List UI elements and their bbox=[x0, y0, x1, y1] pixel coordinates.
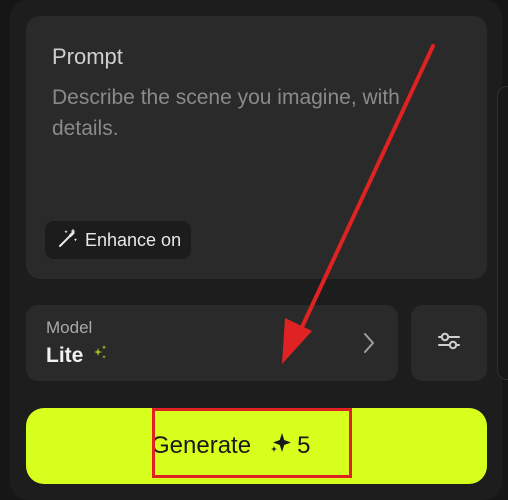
prompt-card: Prompt Enhance on bbox=[26, 16, 487, 279]
enhance-toggle-button[interactable]: Enhance on bbox=[45, 221, 192, 259]
chevron-right-icon bbox=[362, 331, 376, 360]
prompt-input[interactable] bbox=[52, 82, 460, 152]
enhance-label: Enhance on bbox=[85, 229, 182, 250]
generate-label: Generate bbox=[151, 432, 252, 459]
model-value-row: Lite bbox=[46, 344, 109, 368]
credit-count: 5 bbox=[297, 432, 311, 459]
model-selector[interactable]: Model Lite bbox=[26, 305, 398, 381]
credit-cost: 5 bbox=[269, 431, 310, 462]
sliders-icon bbox=[436, 329, 462, 358]
prompt-title: Prompt bbox=[52, 44, 123, 69]
sparkle-icon bbox=[269, 431, 293, 462]
sparkle-icon bbox=[91, 344, 109, 368]
model-label: Model bbox=[46, 318, 93, 337]
generate-content: Generate 5 bbox=[151, 408, 310, 484]
adjacent-panel-edge bbox=[497, 86, 508, 380]
settings-button[interactable] bbox=[411, 305, 487, 381]
generate-button[interactable]: Generate 5 bbox=[26, 408, 487, 484]
model-name: Lite bbox=[46, 344, 84, 367]
magic-wand-icon bbox=[57, 227, 79, 254]
